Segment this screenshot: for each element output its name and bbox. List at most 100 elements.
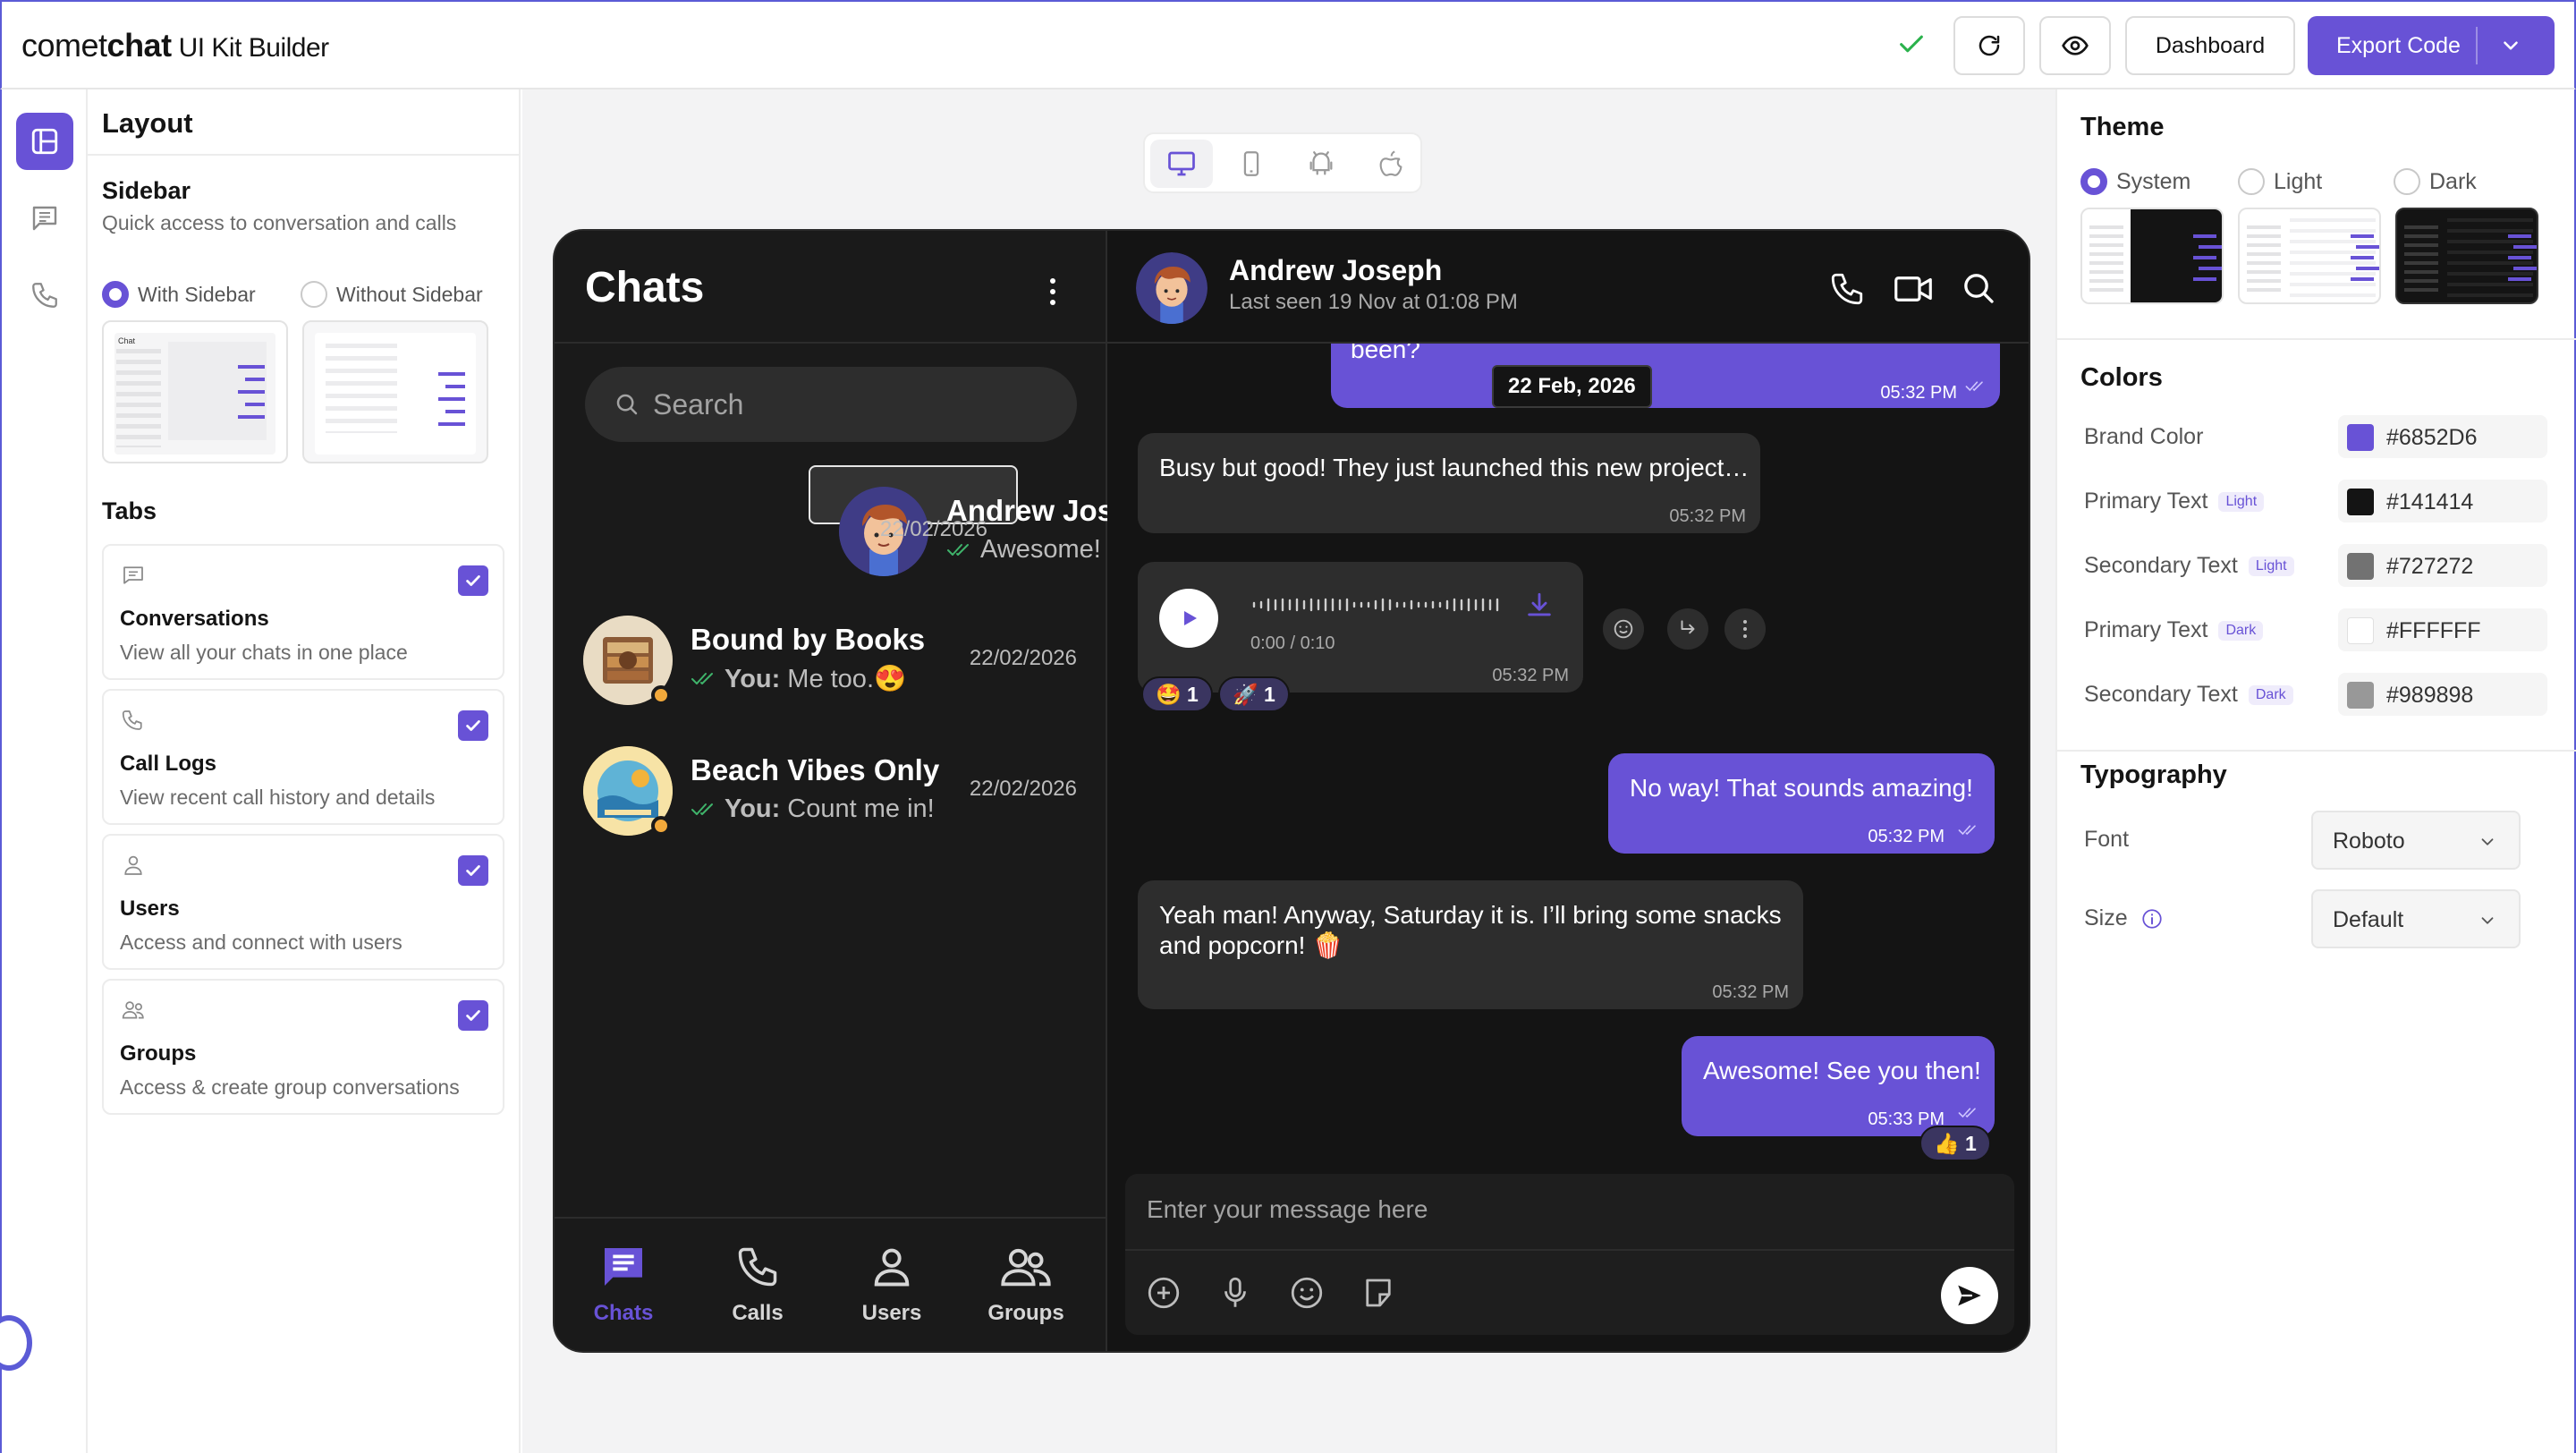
reaction-chip[interactable]: 🚀 1 bbox=[1218, 676, 1290, 712]
call-logs-checkbox[interactable] bbox=[458, 710, 488, 741]
nav-calls[interactable]: Calls bbox=[699, 1244, 816, 1326]
export-code-button[interactable]: Export Code bbox=[2308, 16, 2555, 75]
ios-device-button[interactable] bbox=[1360, 140, 1422, 188]
preview-button[interactable] bbox=[2039, 16, 2111, 75]
audio-waveform[interactable] bbox=[1250, 594, 1503, 616]
emoji-icon[interactable] bbox=[1288, 1274, 1326, 1312]
double-check-icon bbox=[1958, 1108, 1976, 1118]
refresh-button[interactable] bbox=[1953, 16, 2025, 75]
sticker-icon[interactable] bbox=[1360, 1274, 1397, 1312]
download-icon[interactable] bbox=[1524, 591, 1555, 621]
mobile-device-button[interactable] bbox=[1220, 140, 1283, 188]
microphone-icon[interactable] bbox=[1216, 1274, 1254, 1312]
video-call-icon[interactable] bbox=[1893, 270, 1934, 308]
incoming-message[interactable]: Busy but good! They just launched this n… bbox=[1138, 433, 1760, 533]
tab-card-groups[interactable]: Groups Access & create group conversatio… bbox=[102, 979, 504, 1115]
double-check-icon bbox=[1965, 381, 1983, 392]
secondary-text-dark-picker[interactable]: #989898 bbox=[2338, 673, 2547, 716]
voice-call-icon[interactable] bbox=[1828, 270, 1866, 308]
message-composer: Enter your message here bbox=[1125, 1174, 2014, 1335]
theme-heading: Theme bbox=[2080, 113, 2165, 141]
font-select[interactable]: Roboto bbox=[2311, 811, 2521, 870]
send-button[interactable] bbox=[1941, 1267, 1998, 1324]
sidebar-heading: Sidebar bbox=[102, 177, 191, 204]
chat-rail-button[interactable] bbox=[16, 190, 73, 247]
theme-light-thumbnail[interactable] bbox=[2238, 208, 2381, 304]
brand-color-picker[interactable]: #6852D6 bbox=[2338, 415, 2547, 458]
chat-row-beach-vibes-only[interactable]: Beach Vibes Only You: Count me in! 22/02/… bbox=[555, 726, 1106, 857]
nav-groups[interactable]: Groups bbox=[968, 1244, 1084, 1326]
chevron-down-icon[interactable] bbox=[2499, 34, 2522, 57]
with-sidebar-radio[interactable]: With Sidebar bbox=[102, 281, 256, 308]
dashboard-button[interactable]: Dashboard bbox=[2125, 16, 2295, 75]
primary-text-light-picker[interactable]: #141414 bbox=[2338, 480, 2547, 523]
search-input[interactable]: Search bbox=[585, 367, 1077, 442]
without-sidebar-radio[interactable]: Without Sidebar bbox=[301, 281, 483, 308]
groups-checkbox[interactable] bbox=[458, 1000, 488, 1031]
outgoing-message[interactable]: No way! That sounds amazing! 05:32 PM bbox=[1608, 753, 1995, 854]
sidebar-subtitle: Quick access to conversation and calls bbox=[102, 211, 457, 234]
chat-row-andrew-joseph[interactable]: Andrew Joseph Awesome! See you ... 22/02… bbox=[809, 465, 1233, 576]
desktop-device-button[interactable] bbox=[1150, 140, 1213, 188]
left-rail bbox=[0, 89, 88, 1453]
nav-users[interactable]: Users bbox=[834, 1244, 950, 1326]
device-switcher bbox=[1143, 132, 1422, 193]
brand-color-row: Brand Color #6852D6 bbox=[2084, 415, 2558, 460]
reaction-chip[interactable]: 👍 1 bbox=[1919, 1126, 1991, 1161]
double-check-icon bbox=[947, 543, 969, 556]
nav-chats[interactable]: Chats bbox=[565, 1244, 682, 1326]
user-icon bbox=[124, 855, 142, 875]
message-options-button[interactable] bbox=[1724, 608, 1766, 650]
chevron-down-icon bbox=[2481, 838, 2494, 845]
double-check-icon bbox=[691, 803, 713, 815]
with-sidebar-thumbnail[interactable]: Chat bbox=[102, 320, 288, 463]
preview-canvas: Chats Search Andrew Joseph Awesome! See … bbox=[522, 89, 2055, 1453]
eye-icon bbox=[2062, 36, 2089, 55]
conversations-checkbox[interactable] bbox=[458, 565, 488, 596]
tabs-heading: Tabs bbox=[102, 497, 157, 524]
help-launcher[interactable] bbox=[0, 1315, 32, 1371]
tab-card-call-logs[interactable]: Call Logs View recent call history and d… bbox=[102, 689, 504, 825]
typography-heading: Typography bbox=[2080, 760, 2227, 789]
incoming-message[interactable]: Yeah man! Anyway, Saturday it is. I’ll b… bbox=[1138, 880, 1803, 1009]
secondary-text-light-picker[interactable]: #727272 bbox=[2338, 544, 2547, 587]
bottom-nav: Chats Calls Users Groups bbox=[555, 1217, 1106, 1351]
play-button[interactable] bbox=[1159, 589, 1218, 648]
export-code-label: Export Code bbox=[2336, 32, 2461, 58]
calls-rail-button[interactable] bbox=[16, 267, 73, 324]
layout-rail-button[interactable] bbox=[16, 113, 73, 170]
search-icon[interactable] bbox=[1961, 270, 1996, 306]
message-input[interactable]: Enter your message here bbox=[1147, 1195, 1428, 1224]
user-icon bbox=[874, 1248, 910, 1287]
android-device-button[interactable] bbox=[1290, 140, 1352, 188]
theme-light-radio[interactable]: Light bbox=[2238, 168, 2322, 195]
chevron-down-icon bbox=[2481, 917, 2494, 924]
tab-card-conversations[interactable]: Conversations View all your chats in one… bbox=[102, 544, 504, 680]
play-icon bbox=[1184, 611, 1197, 625]
chat-row-bound-by-books[interactable]: Bound by Books You: Me too.😍 22/02/2026 bbox=[555, 596, 1106, 726]
users-checkbox[interactable] bbox=[458, 855, 488, 886]
size-label: Size bbox=[2084, 905, 2164, 931]
mobile-icon bbox=[1243, 151, 1259, 176]
theme-dark-radio[interactable]: Dark bbox=[2394, 168, 2477, 195]
contact-status: Last seen 19 Nov at 01:08 PM bbox=[1229, 290, 1518, 314]
theme-system-thumbnail[interactable] bbox=[2080, 208, 2224, 304]
theme-dark-thumbnail[interactable] bbox=[2395, 208, 2538, 304]
emoji-add-icon bbox=[1614, 619, 1633, 639]
tab-card-users[interactable]: Users Access and connect with users bbox=[102, 834, 504, 970]
outgoing-message[interactable]: Awesome! See you then! 05:33 PM bbox=[1682, 1036, 1995, 1136]
layout-panel: Layout Sidebar Quick access to conversat… bbox=[88, 89, 521, 1453]
more-vertical-icon[interactable] bbox=[1048, 276, 1057, 308]
size-select[interactable]: Default bbox=[2311, 889, 2521, 948]
info-icon[interactable] bbox=[2140, 907, 2164, 930]
add-reaction-button[interactable] bbox=[1603, 608, 1644, 650]
phone-icon bbox=[32, 283, 57, 308]
audio-message[interactable]: 0:00 / 0:10 05:32 PM bbox=[1138, 562, 1583, 693]
without-sidebar-thumbnail[interactable] bbox=[302, 320, 488, 463]
add-attachment-icon[interactable] bbox=[1145, 1274, 1182, 1312]
outgoing-message[interactable]: been? 05:32 PM bbox=[1331, 344, 2000, 408]
theme-system-radio[interactable]: System bbox=[2080, 168, 2190, 195]
primary-text-dark-picker[interactable]: #FFFFFF bbox=[2338, 608, 2547, 651]
reply-button[interactable] bbox=[1667, 608, 1708, 650]
reaction-chip[interactable]: 🤩 1 bbox=[1141, 676, 1213, 712]
